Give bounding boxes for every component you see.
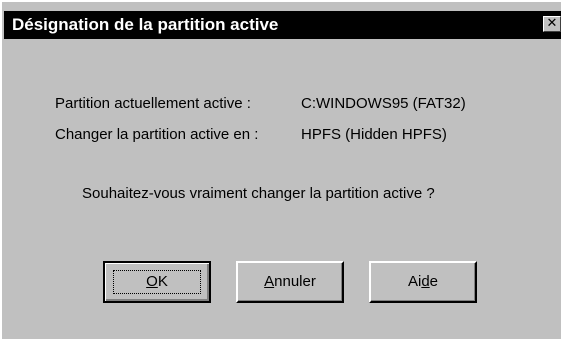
dialog-title: Désignation de la partition active xyxy=(12,15,279,34)
help-button-label: Aide xyxy=(407,273,439,290)
current-partition-value: C:WINDOWS95 (FAT32) xyxy=(301,95,466,112)
cancel-button[interactable]: Annuler xyxy=(236,261,344,303)
close-icon: ✕ xyxy=(546,16,558,31)
help-button[interactable]: Aide xyxy=(369,261,477,303)
ok-button[interactable]: OK xyxy=(103,261,211,303)
close-button[interactable]: ✕ xyxy=(543,16,561,32)
cancel-button-label: Annuler xyxy=(264,273,316,290)
new-partition-label: Changer la partition active en : xyxy=(55,126,259,143)
partition-dialog: Désignation de la partition active ✕ Par… xyxy=(0,0,561,339)
ok-button-label: OK xyxy=(146,273,168,290)
title-bar[interactable]: Désignation de la partition active ✕ xyxy=(4,11,561,39)
current-partition-label: Partition actuellement active : xyxy=(55,95,251,112)
confirmation-question: Souhaitez-vous vraiment changer la parti… xyxy=(82,185,435,202)
new-partition-value: HPFS (Hidden HPFS) xyxy=(301,126,447,143)
